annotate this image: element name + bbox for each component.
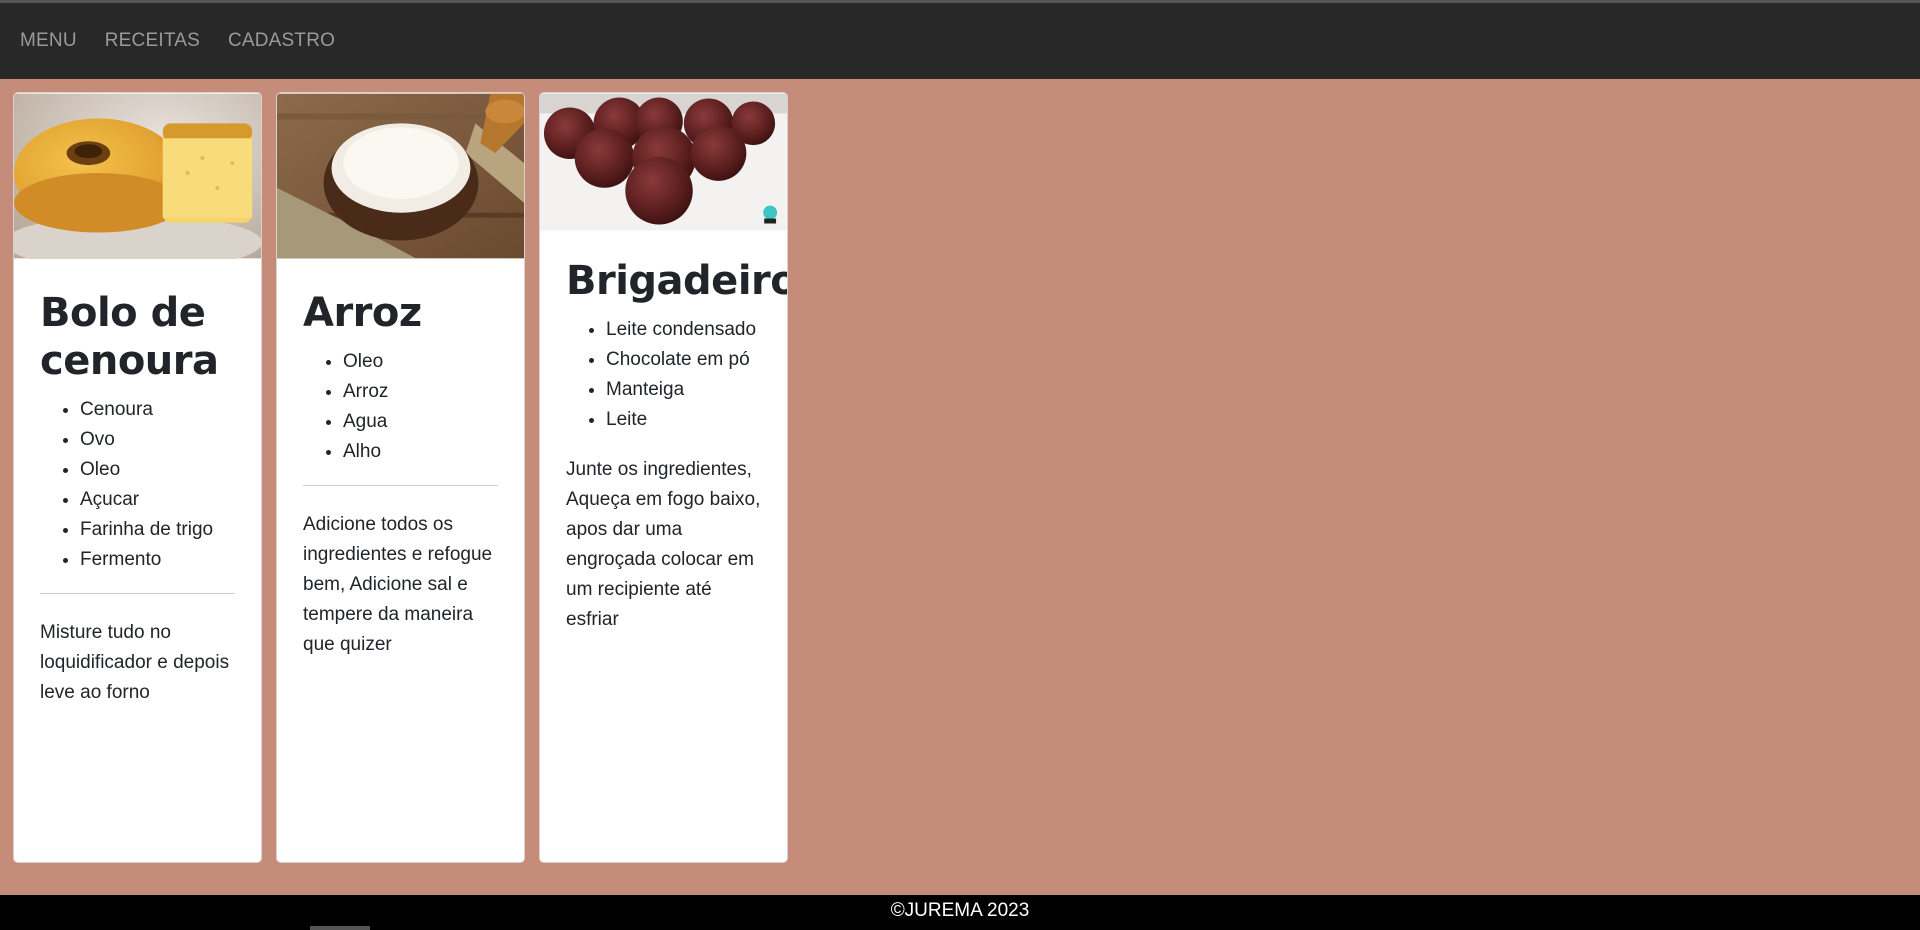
ingredient-item: Leite (606, 405, 761, 435)
recipe-card-brigadeiro: Brigadeiro Leite condensado Chocolate em… (539, 92, 788, 863)
ingredient-list: Cenoura Ovo Oleo Açucar Farinha de trigo… (40, 395, 235, 575)
ingredient-item: Chocolate em pó (606, 345, 761, 375)
nav-link-cadastro[interactable]: CADASTRO (228, 30, 335, 52)
recipe-title: Arroz (303, 290, 422, 336)
ingredient-item: Manteiga (606, 375, 761, 405)
ingredient-list: Leite condensado Chocolate em pó Manteig… (566, 315, 761, 435)
divider (40, 593, 235, 594)
recipe-title: Brigadeiro (566, 258, 788, 304)
recipe-description: Junte os ingredientes, Aqueça em fogo ba… (566, 459, 761, 630)
recipe-description: Misture tudo no loquidificador e depois … (40, 622, 230, 703)
recipe-description: Adicione todos os ingredientes e refogue… (303, 514, 493, 655)
ingredient-item: Fermento (80, 545, 235, 575)
ingredient-item: Agua (343, 407, 498, 437)
recipe-title: Bolo de cenoura (40, 290, 219, 384)
nav-link-receitas[interactable]: RECEITAS (105, 30, 200, 52)
ingredient-item: Oleo (343, 347, 498, 377)
ingredient-item: Oleo (80, 455, 235, 485)
ingredient-item: Alho (343, 437, 498, 467)
divider (303, 485, 498, 486)
ingredient-item: Arroz (343, 377, 498, 407)
ingredient-item: Ovo (80, 425, 235, 455)
navbar: MENU RECEITAS CADASTRO (0, 3, 1920, 79)
ingredient-item: Cenoura (80, 395, 235, 425)
cake-photo-image (14, 93, 261, 259)
ingredient-list: Oleo Arroz Agua Alho (303, 347, 498, 467)
footer: ©JUREMA 2023 (0, 895, 1920, 930)
recipe-card-bolo: Bolo de cenoura Cenoura Ovo Oleo Açucar … (13, 92, 262, 863)
ingredient-item: Farinha de trigo (80, 515, 235, 545)
horizontal-scrollbar-thumb[interactable] (310, 926, 370, 930)
rice-photo-image (277, 93, 524, 259)
ingredient-item: Leite condensado (606, 315, 761, 345)
footer-copyright: ©JUREMA 2023 (890, 900, 1030, 921)
ingredient-item: Açucar (80, 485, 235, 515)
recipe-card-arroz: Arroz Oleo Arroz Agua Alho Adicione todo… (276, 92, 525, 863)
brigadeiro-photo-image (540, 93, 787, 231)
nav-link-menu[interactable]: MENU (20, 30, 77, 52)
